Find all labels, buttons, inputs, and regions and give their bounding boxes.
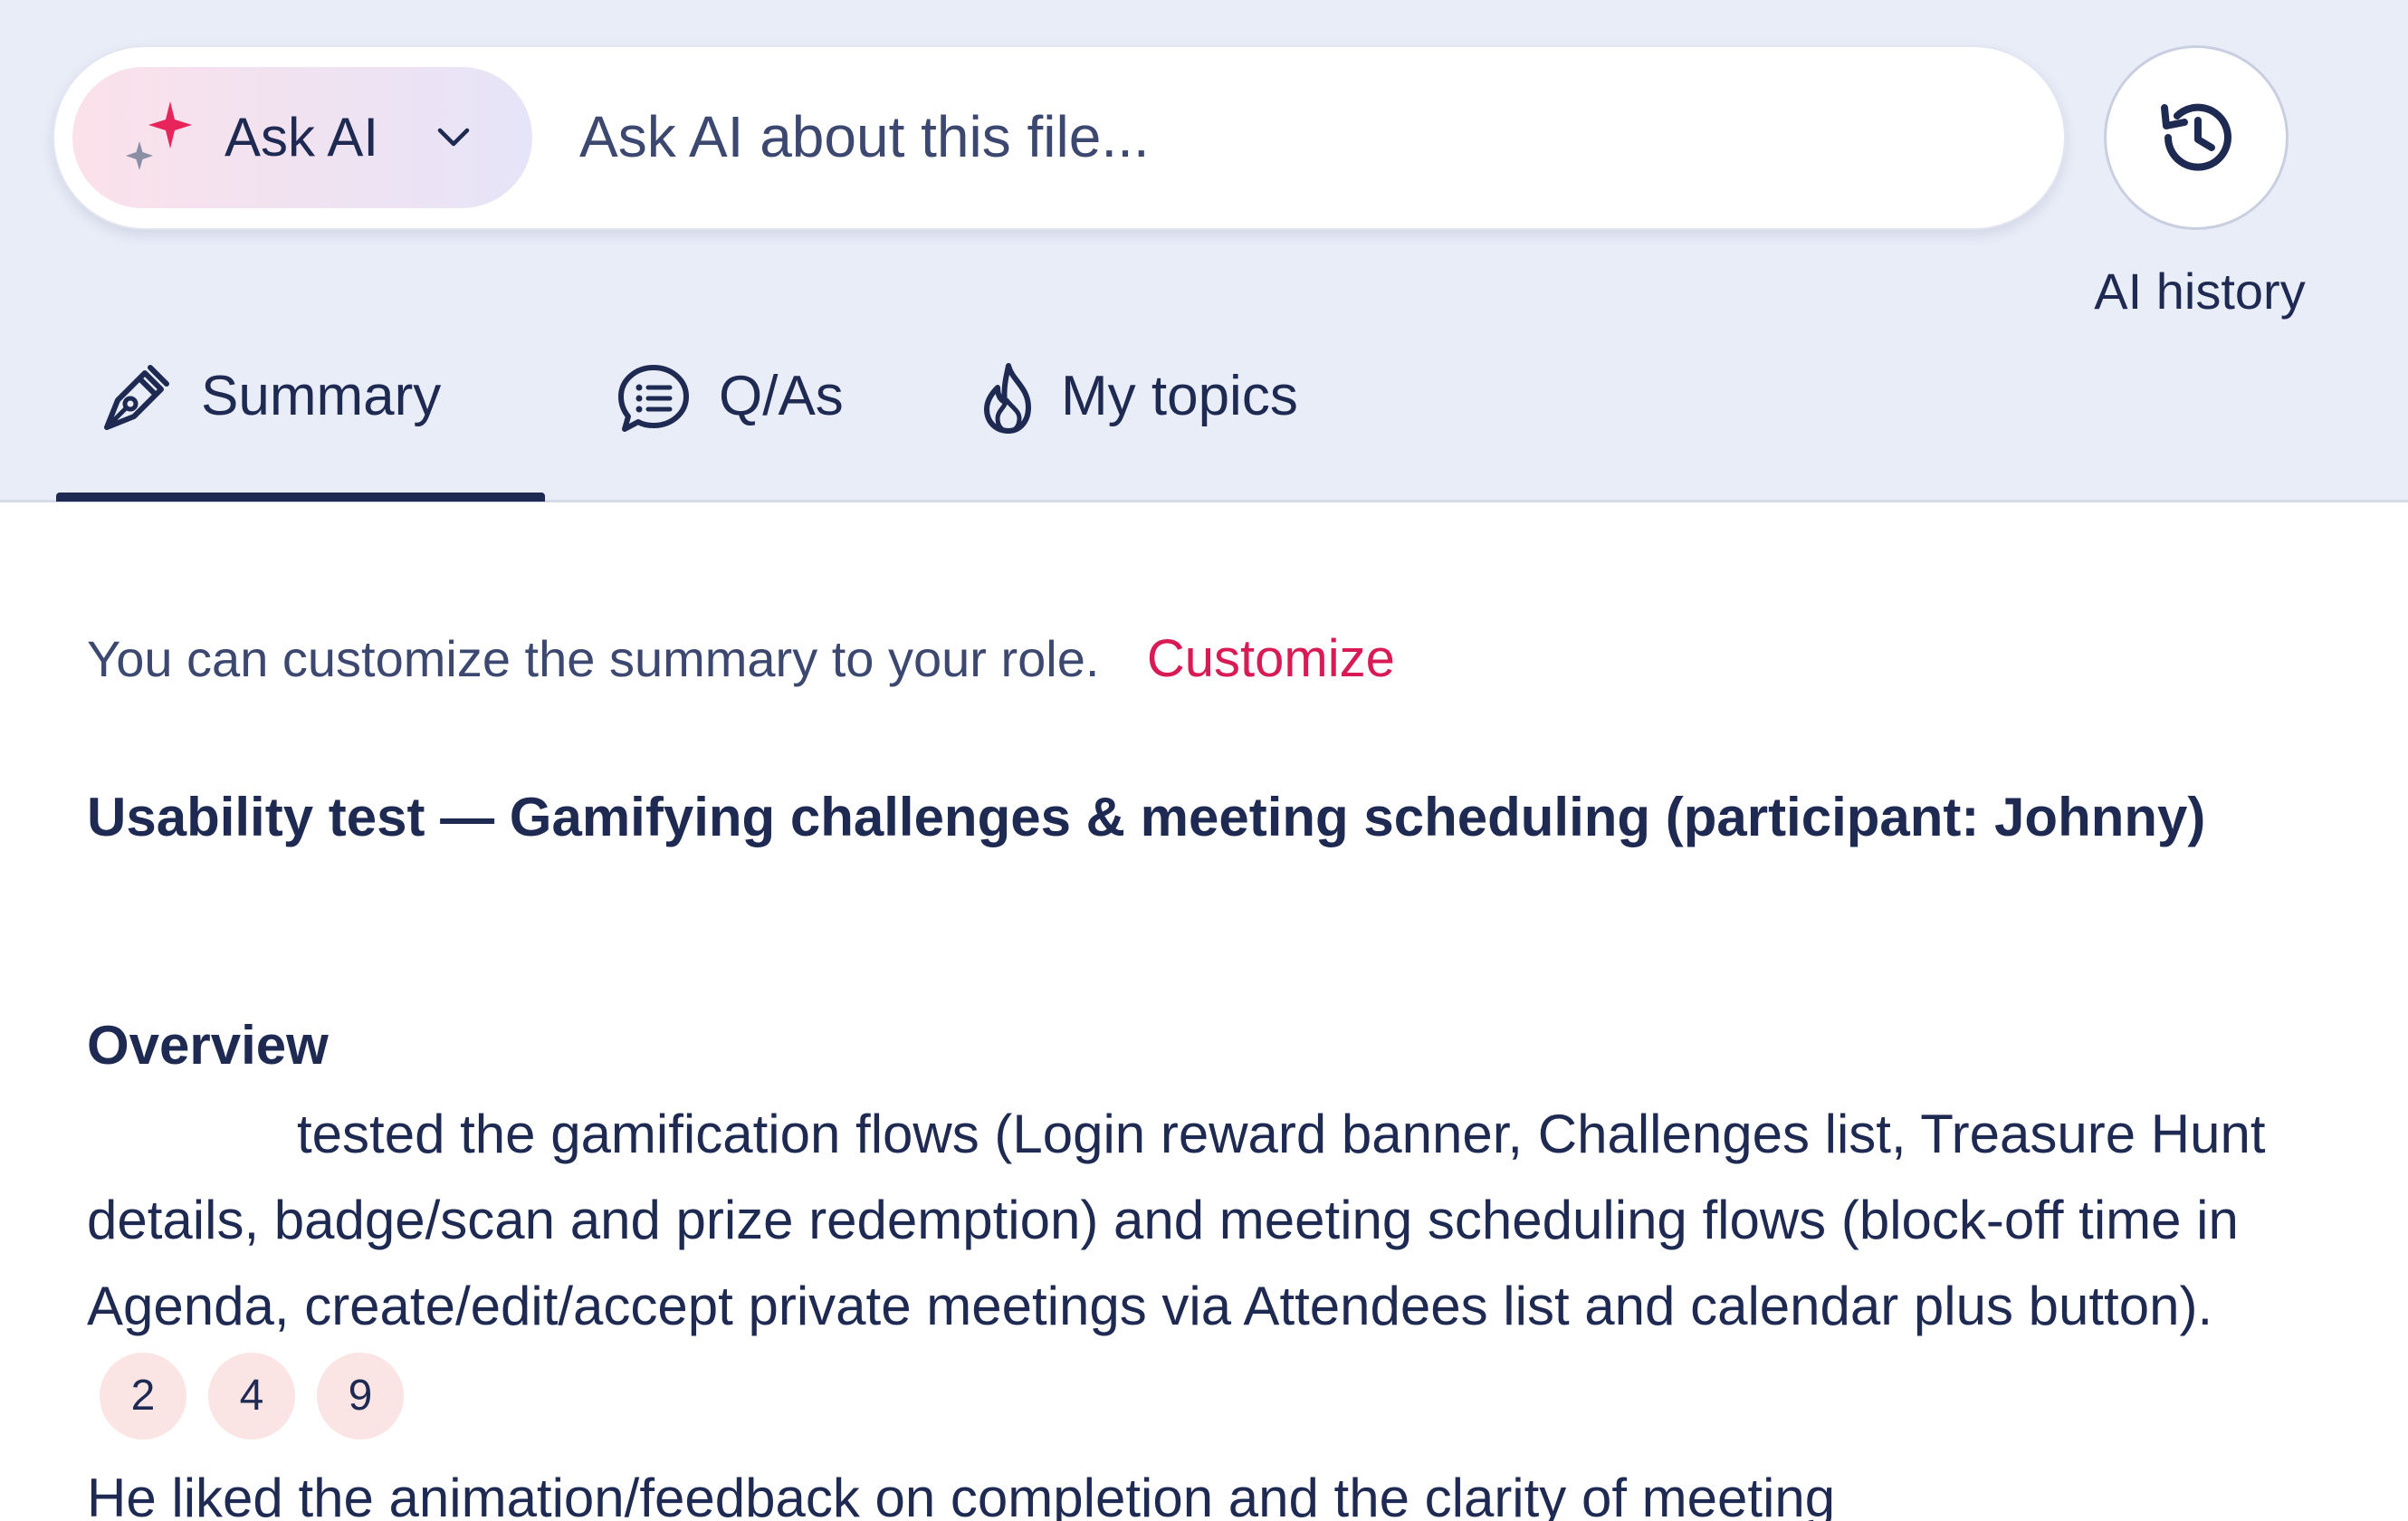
sparkle-icon [126,101,192,170]
tab-qas[interactable]: Q/As [612,344,902,500]
ai-history-button[interactable] [2104,45,2289,230]
overview-text: tested the gamification flows (Login rew… [87,1104,2266,1336]
history-icon [2161,103,2231,171]
tab-summary-label: Summary [201,365,442,427]
overview-paragraph: tested the gamification flows (Login rew… [87,1091,2278,1440]
chevron-down-icon [437,128,470,147]
customize-row: You can customize the summary to your ro… [87,629,1395,689]
customize-link[interactable]: Customize [1147,629,1395,688]
ai-panel: Ask AI AI history [0,0,2408,1521]
ask-ai-mode-dropdown[interactable]: Ask AI [72,67,532,208]
active-tab-indicator [56,493,545,502]
feedback-paragraph: He liked the animation/feedback on compl… [87,1468,1836,1521]
citation-badge[interactable]: 2 [100,1353,186,1440]
tab-qas-label: Q/As [719,365,844,427]
ask-ai-bar: Ask AI [53,45,2066,230]
flame-icon [984,363,1031,434]
panel-tabs: Summary Q/As My topics [0,344,2408,502]
overview-heading: Overview [87,1015,329,1076]
citation-badge[interactable]: 9 [317,1353,404,1440]
citation-badge[interactable]: 4 [208,1353,295,1440]
chat-list-icon [618,365,689,432]
summary-title: Usability test — Gamifying challenges & … [87,787,2206,847]
ask-ai-label: Ask AI [225,107,379,167]
tab-my-topics-label: My topics [1061,365,1298,427]
tab-my-topics[interactable]: My topics [969,344,1349,500]
tab-summary[interactable]: Summary [56,344,545,502]
ask-ai-input[interactable] [579,87,2010,187]
ai-history-label: AI history [2094,263,2306,320]
pen-icon [104,365,169,430]
customize-hint: You can customize the summary to your ro… [87,630,1100,687]
ai-header: Ask AI AI history [0,0,2408,502]
